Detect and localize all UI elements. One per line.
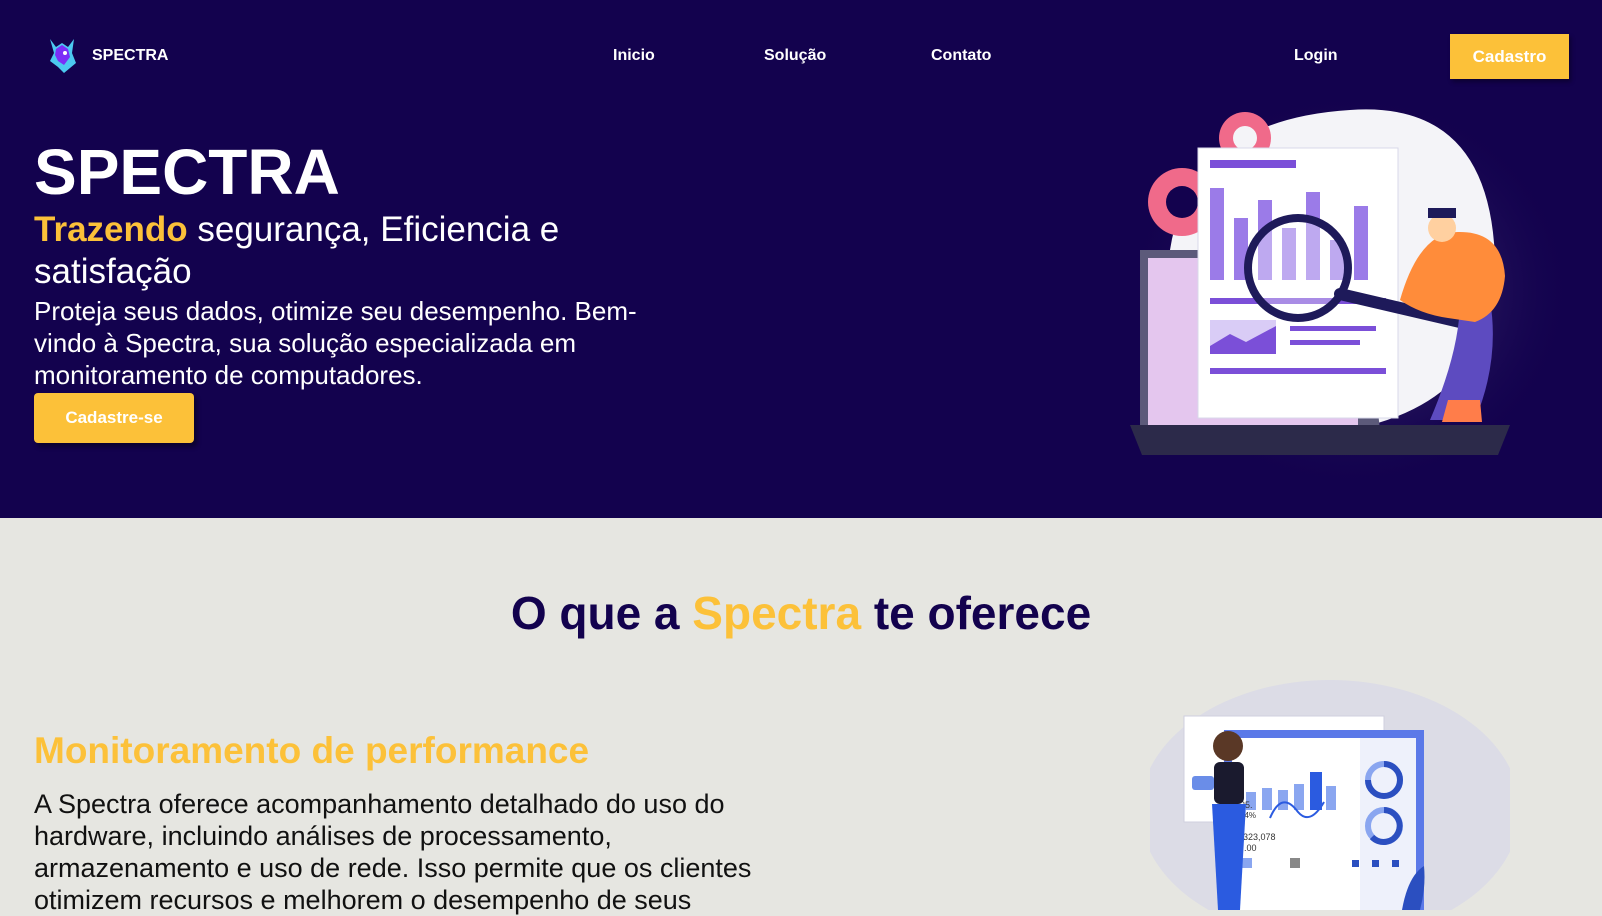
spectra-logo-icon[interactable]: [46, 35, 78, 77]
hero-title: SPECTRA: [34, 136, 340, 208]
hero-description: Proteja seus dados, otimize seu desempen…: [34, 296, 637, 390]
offer-title-highlight: Spectra: [692, 587, 862, 639]
analytics-illustration: [1130, 100, 1570, 480]
dashboard-illustration: 25. 64% $323,078 .00: [1150, 680, 1510, 910]
offer-title: O que a Spectra te oferece: [0, 586, 1602, 640]
feature-title: Monitoramento de performance: [34, 730, 590, 771]
chart-text-4: .00: [1244, 843, 1257, 853]
hero-tagline: Trazendo segurança, Eficiencia e satisfa…: [34, 209, 594, 293]
hero-section: SPECTRA Inicio Solução Contato Login Cad…: [0, 0, 1602, 518]
feature-description: A Spectra oferece acompanhamento detalha…: [34, 789, 752, 915]
nav-inicio[interactable]: Inicio: [613, 47, 655, 65]
login-link[interactable]: Login: [1294, 47, 1338, 65]
offer-title-post: te oferece: [861, 587, 1092, 639]
offer-title-pre: O que a: [510, 587, 693, 639]
tagline-highlight: Trazendo: [34, 210, 188, 249]
nav-contato[interactable]: Contato: [931, 47, 991, 65]
signup-button[interactable]: Cadastro: [1450, 34, 1569, 79]
cta-signup-button[interactable]: Cadastre-se: [34, 393, 194, 443]
nav-solucao[interactable]: Solução: [764, 47, 826, 65]
brand-name[interactable]: SPECTRA: [92, 47, 168, 65]
